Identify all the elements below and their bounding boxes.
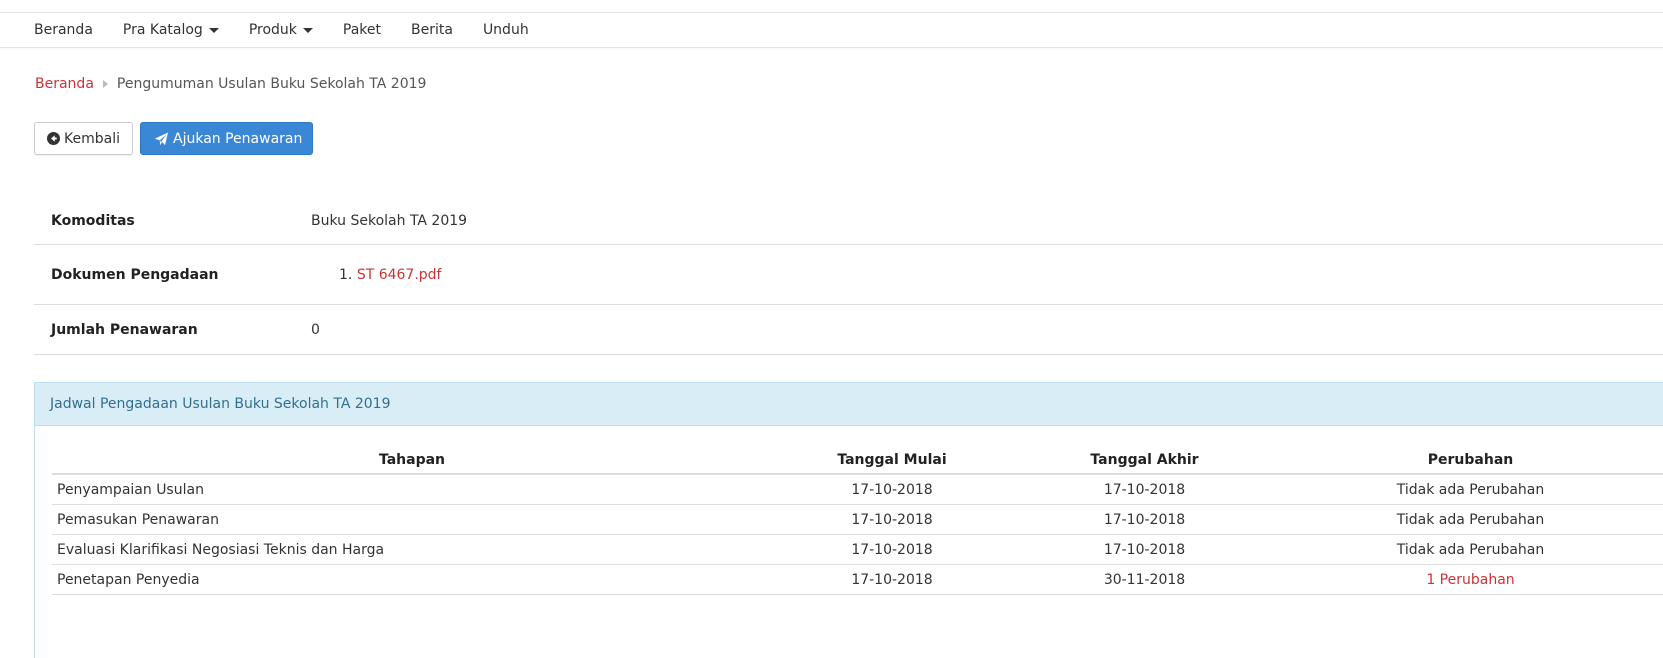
header-tanggal-mulai: Tanggal Mulai — [772, 446, 1012, 475]
cell-tahapan: Pemasukan Penawaran — [52, 504, 772, 535]
back-button[interactable]: Kembali — [34, 122, 133, 155]
komoditas-label: Komoditas — [51, 212, 135, 229]
info-row-dokumen: Dokumen Pengadaan 1. ST 6467.pdf — [34, 245, 1663, 305]
cell-tahapan: Evaluasi Klarifikasi Negosiasi Teknis da… — [52, 534, 772, 565]
dokumen-list-item: 1. ST 6467.pdf — [339, 267, 441, 283]
info-row-jumlah: Jumlah Penawaran 0 — [34, 305, 1663, 355]
table-row: Penyampaian Usulan 17-10-2018 17-10-2018… — [52, 474, 1663, 505]
breadcrumb-separator-icon — [102, 80, 108, 88]
cell-perubahan: Tidak ada Perubahan — [1277, 504, 1663, 535]
breadcrumb-home-link[interactable]: Beranda — [35, 76, 94, 92]
header-perubahan: Perubahan — [1277, 446, 1663, 475]
cell-tanggal-akhir: 17-10-2018 — [1012, 474, 1277, 505]
nav-unduh[interactable]: Unduh — [483, 22, 529, 38]
nav-label: Paket — [342, 22, 381, 38]
cell-tanggal-akhir: 17-10-2018 — [1012, 534, 1277, 565]
cell-tanggal-mulai: 17-10-2018 — [772, 564, 1012, 595]
nav-beranda[interactable]: Beranda — [34, 22, 93, 38]
header-tahapan: Tahapan — [52, 446, 772, 475]
cell-perubahan: Tidak ada Perubahan — [1277, 534, 1663, 565]
breadcrumb-current: Pengumuman Usulan Buku Sekolah TA 2019 — [116, 76, 427, 92]
submit-offer-button[interactable]: Ajukan Penawaran — [140, 122, 313, 155]
caret-down-icon — [208, 27, 219, 33]
header-tanggal-akhir: Tanggal Akhir — [1012, 446, 1277, 475]
caret-down-icon — [302, 27, 313, 33]
cell-tanggal-akhir: 30-11-2018 — [1012, 564, 1277, 595]
breadcrumb: Beranda Pengumuman Usulan Buku Sekolah T… — [35, 76, 426, 92]
back-button-label: Kembali — [64, 130, 120, 147]
table-row: Penetapan Penyedia 17-10-2018 30-11-2018… — [52, 564, 1663, 595]
cell-tahapan: Penyampaian Usulan — [52, 474, 772, 505]
dokumen-file-link[interactable]: ST 6467.pdf — [357, 267, 442, 283]
nav-label: Berita — [411, 22, 453, 38]
table-row: Pemasukan Penawaran 17-10-2018 17-10-201… — [52, 504, 1663, 535]
jumlah-label: Jumlah Penawaran — [51, 321, 198, 338]
dokumen-index: 1. — [339, 266, 353, 283]
nav-paket[interactable]: Paket — [343, 22, 381, 38]
cell-tanggal-mulai: 17-10-2018 — [772, 504, 1012, 535]
schedule-panel: Jadwal Pengadaan Usulan Buku Sekolah TA … — [34, 382, 1663, 658]
nav-berita[interactable]: Berita — [411, 22, 453, 38]
nav-produk-dropdown[interactable]: Produk — [249, 22, 313, 38]
nav-pra-katalog-dropdown[interactable]: Pra Katalog — [123, 22, 219, 38]
top-navbar: Beranda Pra Katalog Produk Paket Berita … — [0, 12, 1663, 48]
paper-plane-icon — [154, 131, 169, 145]
cell-tanggal-mulai: 17-10-2018 — [772, 534, 1012, 565]
cell-tanggal-mulai: 17-10-2018 — [772, 474, 1012, 505]
cell-perubahan: Tidak ada Perubahan — [1277, 474, 1663, 505]
cell-tahapan: Penetapan Penyedia — [52, 564, 772, 595]
nav-label: Beranda — [34, 22, 93, 38]
nav-label: Produk — [248, 22, 297, 38]
submit-offer-label: Ajukan Penawaran — [173, 130, 303, 147]
perubahan-link[interactable]: 1 Perubahan — [1426, 572, 1514, 588]
info-row-komoditas: Komoditas Buku Sekolah TA 2019 — [34, 197, 1663, 245]
nav-label: Pra Katalog — [122, 22, 203, 38]
jumlah-value: 0 — [311, 321, 320, 338]
schedule-panel-title: Jadwal Pengadaan Usulan Buku Sekolah TA … — [35, 383, 1663, 426]
schedule-table: Tahapan Tanggal Mulai Tanggal Akhir Peru… — [52, 446, 1663, 595]
table-row: Evaluasi Klarifikasi Negosiasi Teknis da… — [52, 534, 1663, 565]
circle-arrow-left-icon — [47, 132, 60, 145]
dokumen-label: Dokumen Pengadaan — [51, 266, 219, 283]
table-header-row: Tahapan Tanggal Mulai Tanggal Akhir Peru… — [52, 446, 1663, 475]
cell-tanggal-akhir: 17-10-2018 — [1012, 504, 1277, 535]
nav-label: Unduh — [482, 22, 529, 38]
komoditas-value: Buku Sekolah TA 2019 — [311, 212, 468, 229]
